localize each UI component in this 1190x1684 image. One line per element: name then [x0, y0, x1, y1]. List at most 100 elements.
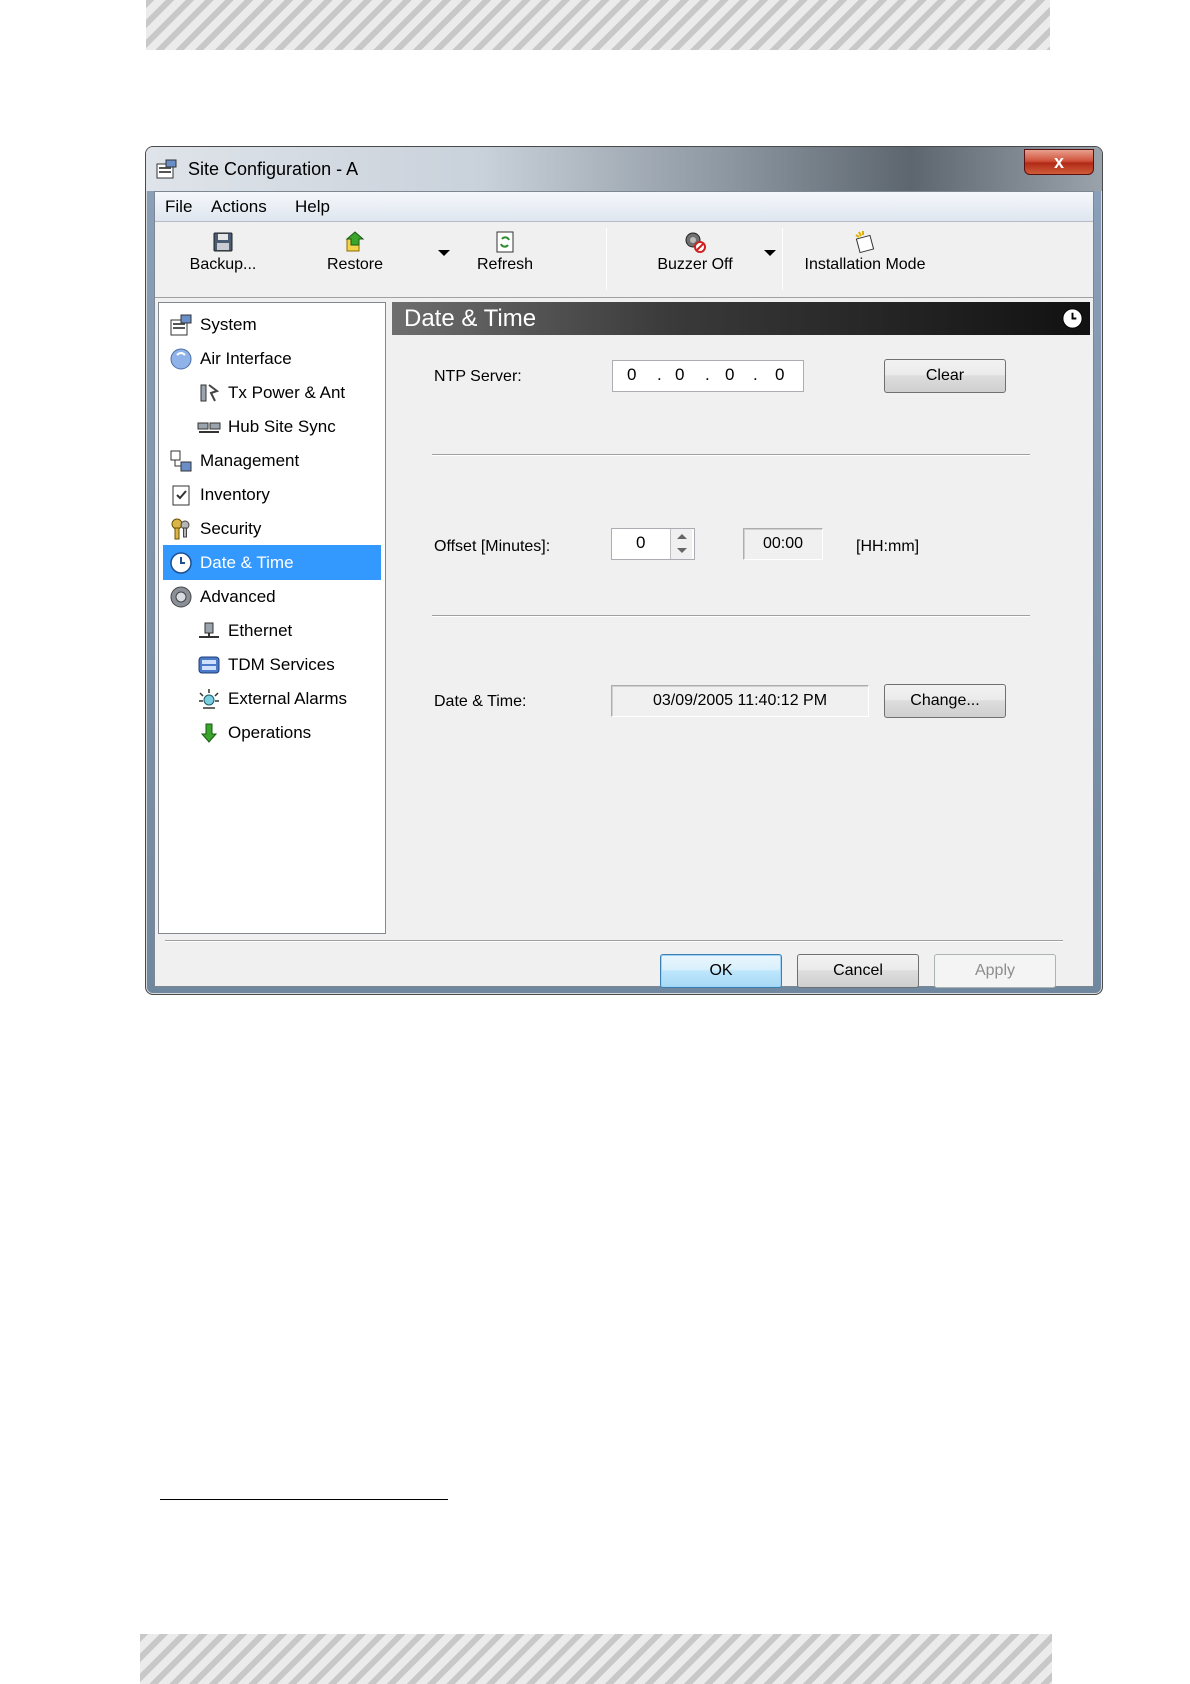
toolbar: Backup... Restore Refresh Buzzer Off Ins…	[155, 222, 1093, 298]
buzzer-off-label: Buzzer Off	[657, 256, 733, 273]
ntp-server-label: NTP Server:	[434, 368, 522, 385]
tree-item-inventory[interactable]: Inventory	[163, 477, 381, 512]
tree-item-tx-power[interactable]: Tx Power & Ant	[163, 375, 381, 410]
date-time-panel: Date & Time NTP Server: 0 . 0 . 0 . 0 Cl…	[392, 302, 1090, 934]
spin-down-icon[interactable]	[677, 548, 687, 553]
tdm-services-icon	[198, 656, 220, 673]
tx-power-icon	[200, 383, 220, 401]
buzzer-off-icon	[685, 232, 706, 253]
ip-octet: 0	[775, 365, 785, 384]
system-icon	[170, 314, 192, 335]
tree-item-label: External Alarms	[228, 688, 348, 708]
close-icon: x	[1053, 152, 1064, 172]
management-icon	[170, 450, 192, 471]
backup-button[interactable]: Backup...	[183, 230, 263, 274]
change-button[interactable]: Change...	[884, 684, 1006, 718]
tree-item-management[interactable]: Management	[163, 443, 381, 478]
spin-up-icon[interactable]	[677, 534, 687, 539]
menu-file[interactable]: File	[165, 197, 192, 217]
operations-icon	[200, 723, 218, 743]
site-configuration-window: Site Configuration - A x File Actions He…	[145, 146, 1103, 995]
ip-dot: .	[753, 365, 758, 384]
refresh-button[interactable]: Refresh	[465, 230, 545, 274]
tree-item-label: Ethernet	[228, 620, 293, 640]
tree-item-external-alarms[interactable]: External Alarms	[163, 681, 381, 716]
window-title: Site Configuration - A	[188, 159, 359, 179]
apply-button[interactable]: Apply	[934, 954, 1056, 988]
toolbar-separator	[782, 228, 783, 290]
restore-dropdown-icon[interactable]	[438, 250, 450, 256]
tree-item-system[interactable]: System	[163, 307, 381, 342]
tree-item-label: Operations	[228, 722, 312, 742]
tree-item-label: Tx Power & Ant	[228, 382, 346, 402]
ip-octet: 0	[725, 365, 735, 384]
clock-icon	[170, 551, 192, 574]
window-client-area: File Actions Help Backup... Restore Refr…	[154, 191, 1094, 988]
tree-item-label: Date & Time	[200, 552, 294, 572]
tree-item-air-interface[interactable]: Air Interface	[163, 341, 381, 376]
date-time-display: 03/09/2005 11:40:12 PM	[611, 685, 869, 717]
inventory-icon	[172, 485, 190, 505]
divider	[432, 454, 1030, 456]
site-config-icon	[156, 159, 177, 179]
tree-item-ethernet[interactable]: Ethernet	[163, 613, 381, 648]
toolbar-separator	[606, 228, 607, 290]
menu-actions[interactable]: Actions	[211, 197, 267, 217]
tree-item-operations[interactable]: Operations	[163, 715, 381, 750]
title-bar[interactable]: Site Configuration - A x	[146, 147, 1102, 191]
ip-octet: 0	[627, 365, 637, 384]
refresh-label: Refresh	[476, 256, 534, 273]
ip-dot: .	[657, 365, 662, 384]
installation-mode-icon	[855, 231, 875, 254]
buzzer-off-button[interactable]: Buzzer Off	[645, 230, 745, 274]
menu-help[interactable]: Help	[295, 197, 330, 217]
tree-item-label: System	[200, 314, 257, 334]
floppy-disk-icon	[213, 232, 233, 252]
close-button[interactable]: x	[1024, 149, 1094, 175]
offset-minutes-label: Offset [Minutes]:	[434, 538, 551, 555]
menu-bar: File Actions Help	[155, 192, 1093, 222]
tree-item-label: Hub Site Sync	[228, 416, 336, 436]
cancel-button[interactable]: Cancel	[797, 954, 919, 988]
ip-octet: 0	[675, 365, 685, 384]
hhmm-unit-label: [HH:mm]	[856, 538, 920, 555]
tree-item-tdm-services[interactable]: TDM Services	[163, 647, 381, 682]
backup-label: Backup...	[189, 256, 257, 273]
tree-item-hub-site-sync[interactable]: Hub Site Sync	[163, 409, 381, 444]
offset-hhmm-display: 00:00	[743, 528, 823, 560]
bottom-divider	[165, 940, 1063, 942]
section-title: Date & Time	[404, 305, 537, 332]
date-time-label: Date & Time:	[434, 693, 527, 710]
alarm-icon	[199, 688, 219, 709]
tree-item-label: Air Interface	[200, 348, 292, 368]
tree-item-label: TDM Services	[228, 654, 335, 674]
divider	[432, 615, 1030, 617]
tree-item-security[interactable]: Security	[163, 511, 381, 546]
installation-mode-label: Installation Mode	[804, 256, 926, 273]
restore-button[interactable]: Restore	[315, 230, 395, 274]
ntp-server-ip-input[interactable]: 0 . 0 . 0 . 0	[612, 360, 804, 392]
page-footer-band	[140, 1634, 1052, 1684]
clear-button[interactable]: Clear	[884, 359, 1006, 393]
gear-icon	[170, 586, 192, 607]
security-icon	[171, 518, 190, 539]
restore-icon	[345, 231, 365, 252]
offset-minutes-value: 0	[636, 533, 646, 552]
ethernet-icon	[199, 622, 219, 638]
buzzer-dropdown-icon[interactable]	[764, 250, 776, 256]
tree-item-label: Security	[200, 518, 262, 538]
page-header-band	[146, 0, 1050, 50]
restore-label: Restore	[326, 256, 384, 273]
spinner-buttons[interactable]	[670, 529, 692, 559]
hub-site-sync-icon	[197, 422, 221, 433]
navigation-tree: System Air Interface Tx Power & Ant Hub …	[158, 302, 386, 934]
clock-icon	[1062, 308, 1083, 329]
installation-mode-button[interactable]: Installation Mode	[795, 230, 935, 274]
offset-minutes-spinner[interactable]: 0	[611, 528, 695, 560]
tree-item-advanced[interactable]: Advanced	[163, 579, 381, 614]
air-interface-icon	[170, 348, 192, 369]
ok-button[interactable]: OK	[660, 954, 782, 988]
tree-item-date-time[interactable]: Date & Time	[163, 545, 381, 580]
tree-item-label: Advanced	[200, 586, 276, 606]
tree-item-label: Management	[200, 450, 300, 470]
